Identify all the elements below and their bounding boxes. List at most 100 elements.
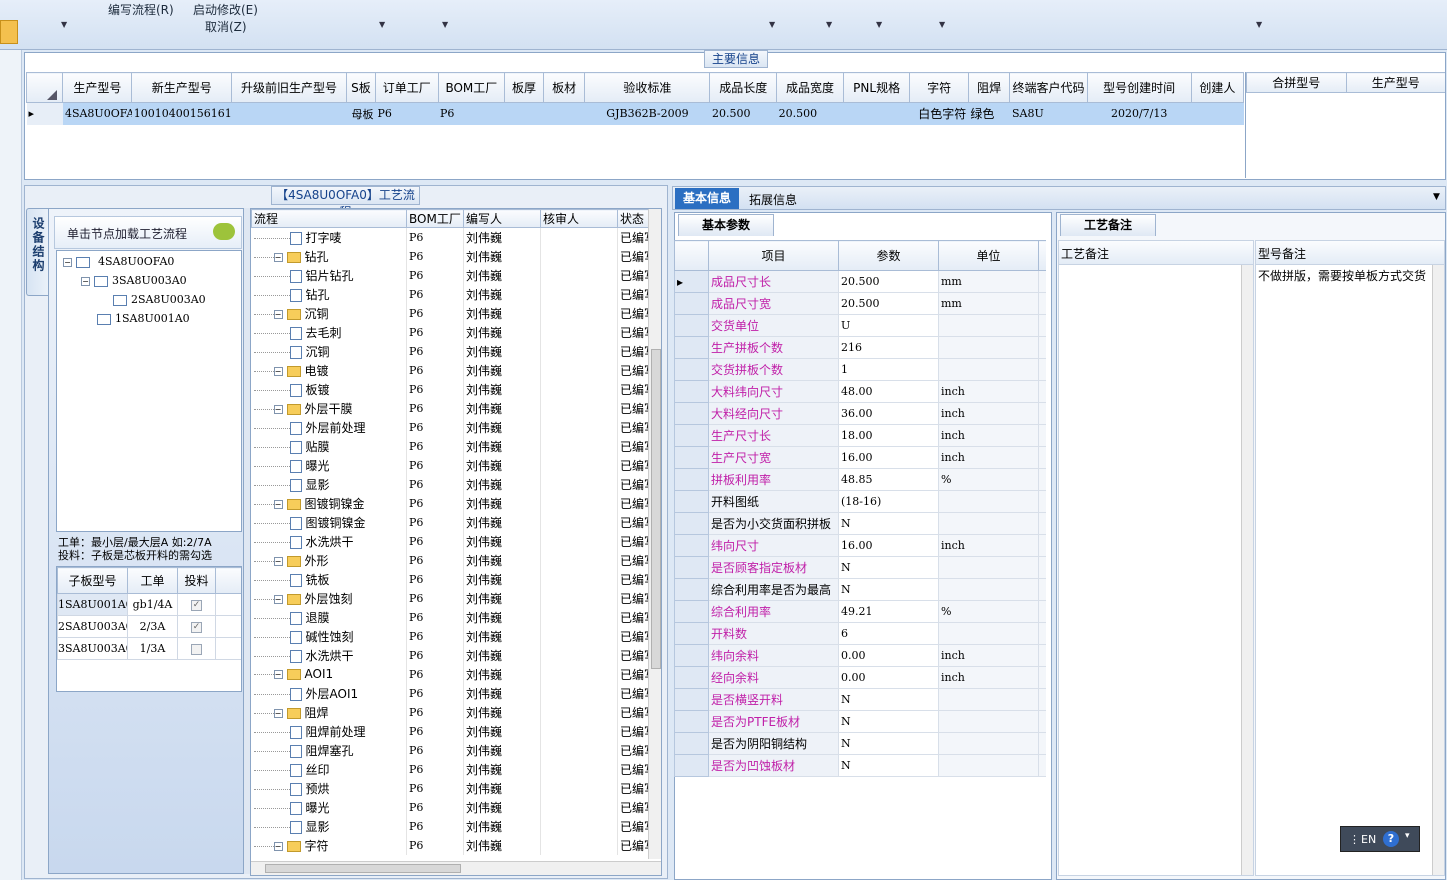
param-value[interactable]: 0.00	[838, 644, 939, 667]
table-cell[interactable]: 刘伟巍	[463, 512, 541, 532]
flow-name-cell[interactable]: 沉铜	[251, 341, 407, 361]
col-header[interactable]: 成品宽度	[776, 72, 844, 103]
param-item[interactable]: 交货单位	[708, 314, 839, 337]
table-cell[interactable]: 已编写	[617, 379, 650, 399]
param-unit[interactable]: inch	[938, 666, 1039, 689]
param-row[interactable]: 是否为阴阳铜结构 N	[674, 732, 1046, 755]
table-cell[interactable]: 已编写	[617, 607, 650, 627]
param-row[interactable]: 开料图纸 (18-16)	[674, 490, 1046, 513]
table-row[interactable]: 去毛刺 P6刘伟巍 已编写	[251, 322, 650, 342]
col-header[interactable]: 编写人	[463, 209, 541, 228]
ime-lang[interactable]: EN	[1361, 833, 1376, 846]
param-item[interactable]: 综合利用率是否为最高	[708, 578, 839, 601]
param-value[interactable]: 48.85	[838, 468, 939, 491]
flow-name-cell[interactable]: 外层前处理	[251, 417, 407, 437]
table-cell[interactable]: P6	[406, 740, 464, 760]
table-row[interactable]: 水洗烘干 P6刘伟巍 已编写	[251, 531, 650, 551]
param-item[interactable]: 经向余料	[708, 666, 839, 689]
table-cell[interactable]: P6	[406, 626, 464, 646]
table-cell[interactable]	[543, 102, 585, 125]
table-cell[interactable]: 刘伟巍	[463, 322, 541, 342]
table-cell[interactable]: P6	[406, 398, 464, 418]
table-cell[interactable]: 已编写	[617, 702, 650, 722]
param-value[interactable]: N	[838, 578, 939, 601]
table-cell[interactable]	[540, 759, 618, 779]
table-cell[interactable]: P6	[406, 645, 464, 665]
table-cell[interactable]: 已编写	[617, 816, 650, 836]
param-item[interactable]: 是否为凹蚀板材	[708, 754, 839, 777]
table-cell[interactable]: 1/3A	[127, 637, 178, 660]
param-value[interactable]: 18.00	[838, 424, 939, 447]
table-cell[interactable]	[540, 341, 618, 361]
table-cell[interactable]: 3SA8U003A0	[57, 637, 128, 660]
table-cell[interactable]: P6	[406, 246, 464, 266]
table-cell[interactable]	[540, 778, 618, 798]
table-cell[interactable]: P6	[406, 759, 464, 779]
table-cell[interactable]: 已编写	[617, 284, 650, 304]
table-cell[interactable]: P6	[406, 341, 464, 361]
feed-checkbox[interactable]	[177, 637, 216, 660]
param-unit[interactable]	[938, 314, 1039, 337]
param-item[interactable]: 是否为阴阳铜结构	[708, 732, 839, 755]
collapse-icon[interactable]: −	[273, 499, 283, 509]
table-row[interactable]: 外层前处理 P6刘伟巍 已编写	[251, 417, 650, 437]
table-cell[interactable]	[540, 835, 618, 855]
table-cell[interactable]: 刘伟巍	[463, 797, 541, 817]
table-cell[interactable]: 刘伟巍	[463, 474, 541, 494]
col-header[interactable]: PNL规格	[842, 72, 911, 103]
table-cell[interactable]	[540, 702, 618, 722]
table-cell[interactable]: 已编写	[617, 455, 650, 475]
table-cell[interactable]: 刘伟巍	[463, 303, 541, 323]
table-cell[interactable]: P6	[406, 417, 464, 437]
table-row[interactable]: 3SA8U003A0 1/3A	[57, 637, 241, 660]
col-header[interactable]: 参数	[838, 240, 939, 271]
param-value[interactable]: N	[838, 754, 939, 777]
col-header[interactable]: BOM工厂	[437, 72, 506, 103]
param-unit[interactable]	[938, 556, 1039, 579]
collapse-icon[interactable]: −	[273, 556, 283, 566]
table-cell[interactable]: 已编写	[617, 778, 650, 798]
table-row[interactable]: 铝片钻孔 P6刘伟巍 已编写	[251, 265, 650, 285]
table-cell[interactable]	[540, 493, 618, 513]
param-item[interactable]: 是否顾客指定板材	[708, 556, 839, 579]
table-cell[interactable]: 已编写	[617, 512, 650, 532]
table-row[interactable]: 铣板 P6刘伟巍 已编写	[251, 569, 650, 589]
table-row[interactable]: 碱性蚀刻 P6刘伟巍 已编写	[251, 626, 650, 646]
table-cell[interactable]: 已编写	[617, 227, 650, 247]
table-cell[interactable]	[540, 474, 618, 494]
table-cell[interactable]: 2SA8U003A0	[57, 615, 128, 638]
flow-name-cell[interactable]: 钻孔	[251, 284, 407, 304]
param-row[interactable]: ▸ 成品尺寸长 20.500 mm	[674, 270, 1046, 293]
table-row[interactable]: 贴膜 P6刘伟巍 已编写	[251, 436, 650, 456]
param-item[interactable]: 生产拼板个数	[708, 336, 839, 359]
param-item[interactable]: 成品尺寸宽	[708, 292, 839, 315]
table-row[interactable]: 显影 P6刘伟巍 已编写	[251, 816, 650, 836]
col-header[interactable]: 生产型号	[62, 72, 133, 103]
menu-start-edit[interactable]: 启动修改(E)	[193, 1, 258, 18]
table-row[interactable]: 预烘 P6刘伟巍 已编写	[251, 778, 650, 798]
table-cell[interactable]: P6	[406, 721, 464, 741]
col-header[interactable]: 项目	[708, 240, 839, 271]
table-row[interactable]: 水洗烘干 P6刘伟巍 已编写	[251, 645, 650, 665]
param-item[interactable]: 是否为小交货面积拼板	[708, 512, 839, 535]
table-cell[interactable]: 刘伟巍	[463, 455, 541, 475]
table-row[interactable]: − 电镀 P6刘伟巍 已编写	[251, 360, 650, 380]
table-cell[interactable]: 刘伟巍	[463, 417, 541, 437]
param-value[interactable]: 20.500	[838, 270, 939, 293]
tree-node[interactable]: 1SA8U001A0	[97, 312, 190, 325]
table-cell[interactable]: P6	[406, 531, 464, 551]
tab-basic-info[interactable]: 基本信息	[675, 188, 739, 209]
table-cell[interactable]: 已编写	[617, 493, 650, 513]
param-item[interactable]: 生产尺寸宽	[708, 446, 839, 469]
param-row[interactable]: 经向余料 0.00 inch	[674, 666, 1046, 689]
table-cell[interactable]: P6	[406, 493, 464, 513]
menu-cancel[interactable]: 取消(Z)	[205, 18, 247, 35]
param-value[interactable]: 0.00	[838, 666, 939, 689]
table-cell[interactable]: 已编写	[617, 474, 650, 494]
table-row[interactable]: − 钻孔 P6刘伟巍 已编写	[251, 246, 650, 266]
table-row[interactable]: 2SA8U003A0 2/3A ✓	[57, 615, 241, 638]
table-row[interactable]: − AOI1 P6刘伟巍 已编写	[251, 664, 650, 684]
table-cell[interactable]	[540, 550, 618, 570]
flow-hscrollbar[interactable]	[251, 861, 661, 875]
table-cell[interactable]: P6	[406, 569, 464, 589]
